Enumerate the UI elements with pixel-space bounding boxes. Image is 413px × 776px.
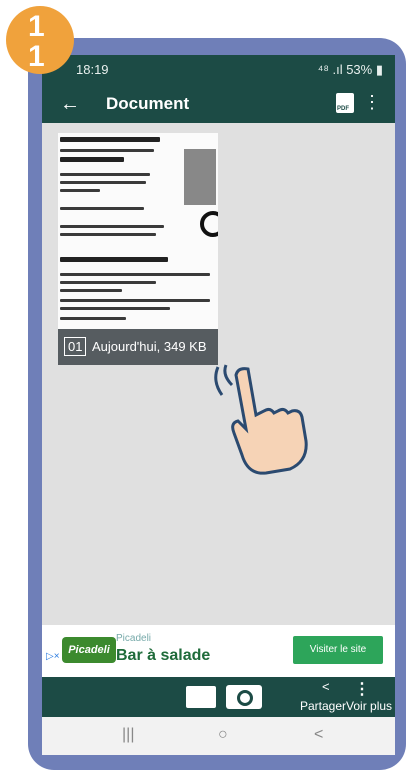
page-title: Document xyxy=(106,94,190,113)
more-options-icon[interactable]: ⋮ xyxy=(363,92,381,113)
thumb-text-line xyxy=(60,233,156,236)
bottom-bar: < ⋮ PartagerVoir plus xyxy=(42,677,395,717)
thumb-text-line xyxy=(60,149,154,152)
status-time: 18:19 xyxy=(76,62,109,77)
thumb-text-line xyxy=(60,317,126,320)
ad-brand: Picadeli xyxy=(116,633,152,644)
thumb-photo xyxy=(184,149,216,205)
recent-apps-button[interactable]: ||| xyxy=(122,726,134,744)
status-bar: 18:19 ⁴⁸ .ıl 53% ▮ xyxy=(42,55,395,85)
phone-screen: 18:19 ⁴⁸ .ıl 53% ▮ ← Document PDF ⋮ 01 A… xyxy=(42,55,395,755)
thumb-text-line xyxy=(60,225,164,228)
ad-logo: Picadeli xyxy=(62,637,116,663)
ad-visit-button[interactable]: Visiter le site xyxy=(293,636,383,664)
document-index: 01 xyxy=(64,337,87,356)
thumb-text-line xyxy=(60,289,122,292)
document-thumbnail[interactable]: 01 Aujourd'hui, 349 KB xyxy=(58,133,218,365)
nav-back-button[interactable]: < xyxy=(314,726,323,744)
system-nav-bar: ||| ○ < xyxy=(42,717,395,755)
pdf-export-icon[interactable]: PDF xyxy=(336,93,354,113)
thumb-text-line xyxy=(60,189,100,192)
home-button[interactable]: ○ xyxy=(218,726,228,744)
ad-choices-icon[interactable]: ▷× xyxy=(46,651,60,662)
document-caption: 01 Aujourd'hui, 349 KB xyxy=(58,329,218,365)
pdf-icon-label: PDF xyxy=(337,106,349,112)
thumb-text-line xyxy=(60,157,124,162)
thumb-icon xyxy=(200,211,218,237)
app-bar: ← Document PDF ⋮ xyxy=(42,85,395,123)
document-info: Aujourd'hui, 349 KB xyxy=(92,339,207,354)
thumb-text-line xyxy=(60,137,160,142)
ad-headline: Bar à salade xyxy=(116,647,211,664)
thumb-text-line xyxy=(60,307,170,310)
step-number: 1 xyxy=(28,10,45,43)
back-arrow-icon[interactable]: ← xyxy=(60,93,80,116)
bottom-actions-label[interactable]: PartagerVoir plus xyxy=(300,699,392,713)
camera-icon[interactable] xyxy=(226,685,262,709)
share-icon[interactable]: < xyxy=(322,679,330,694)
thumb-text-line xyxy=(60,281,156,284)
step-badge: 1 1 xyxy=(6,6,74,74)
status-indicators: ⁴⁸ .ıl 53% ▮ xyxy=(317,62,383,77)
gallery-icon[interactable] xyxy=(186,686,216,708)
thumb-text-line xyxy=(60,299,210,302)
step-number-2: 1 xyxy=(28,40,45,73)
thumb-text-line xyxy=(60,181,146,184)
thumb-text-line xyxy=(60,273,210,276)
more-vertical-icon[interactable]: ⋮ xyxy=(354,679,370,699)
thumb-text-line xyxy=(60,207,144,210)
thumb-text-line xyxy=(60,173,150,176)
tap-hand-icon xyxy=(214,364,308,475)
ad-banner[interactable]: ▷× Picadeli Picadeli Bar à salade Visite… xyxy=(42,625,395,677)
thumb-text-line xyxy=(60,257,168,262)
